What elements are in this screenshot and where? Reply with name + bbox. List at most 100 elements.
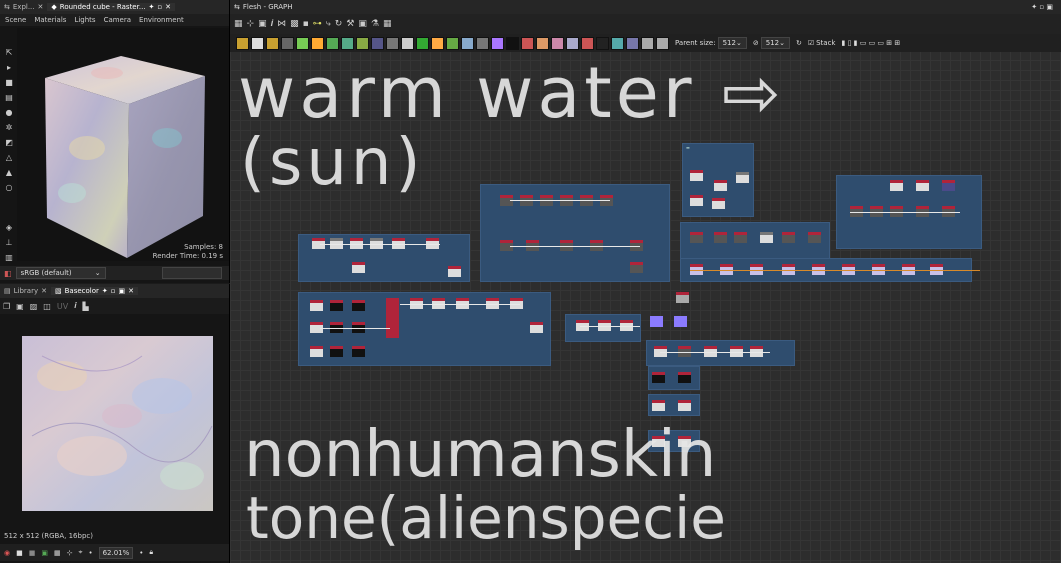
menu-camera[interactable]: Camera	[104, 16, 131, 24]
graph-node[interactable]	[352, 262, 365, 273]
pointer-icon[interactable]: ▸	[4, 63, 14, 73]
parent-size-dropdown[interactable]: 512 ⌄	[717, 37, 747, 49]
menu-lights[interactable]: Lights	[74, 16, 95, 24]
noise-icon[interactable]	[506, 36, 519, 50]
pin-icon[interactable]: ✦	[149, 3, 155, 11]
bitmap-icon[interactable]	[581, 36, 594, 50]
graph-node[interactable]	[808, 232, 821, 243]
info-icon[interactable]: 𝒊	[271, 19, 274, 29]
graph-node[interactable]	[690, 195, 703, 206]
graph-node[interactable]	[310, 346, 323, 357]
graph-node[interactable]	[714, 232, 727, 243]
image-icon[interactable]: ▤	[4, 93, 14, 103]
graph-node[interactable]	[690, 232, 703, 243]
curve-node-icon[interactable]	[296, 36, 309, 50]
graph-node[interactable]	[678, 400, 691, 411]
graph-node[interactable]	[782, 232, 795, 243]
reset-icon[interactable]: ○	[4, 183, 14, 193]
stack-checkbox[interactable]: ☑	[808, 39, 814, 47]
tab-library[interactable]: ▤ Library ✕	[0, 287, 51, 295]
tab-rounded-cube[interactable]: ◆ Rounded cube - Raster... ✦ ▫ ✕	[47, 3, 176, 11]
frame-node-icon[interactable]	[656, 36, 669, 50]
tab-basecolor[interactable]: ▧ Basecolor ✦ ▫ ▣ ✕	[50, 287, 139, 295]
graph-node[interactable]	[310, 300, 323, 311]
text-icon[interactable]	[551, 36, 564, 50]
zoom-in-icon[interactable]: •	[139, 549, 143, 557]
graph-node[interactable]	[916, 180, 929, 191]
zoom-out-icon[interactable]: •	[88, 549, 92, 557]
view-icon[interactable]: ◫	[43, 302, 51, 311]
info-icon[interactable]: 𝒊	[74, 301, 76, 311]
settings-icon[interactable]: ✲	[4, 123, 14, 133]
input-icon[interactable]	[401, 36, 414, 50]
viewport-extra-field[interactable]	[161, 267, 222, 279]
shape-icon[interactable]	[446, 36, 459, 50]
grid-icon[interactable]: ▦	[54, 549, 61, 557]
fullscreen-icon[interactable]: ▣	[119, 287, 126, 295]
center-icon[interactable]: ⌖	[78, 548, 82, 557]
link-icon[interactable]: ⊶	[313, 19, 322, 29]
hsl-icon[interactable]	[341, 36, 354, 50]
gradient-icon[interactable]	[311, 36, 324, 50]
levels-icon[interactable]	[326, 36, 339, 50]
save-icon[interactable]: ▣	[16, 302, 24, 311]
pin-icon[interactable]: ✦	[102, 287, 108, 295]
align-tools[interactable]: ▮ ▯ ▮ ▭ ▭ ▭ ⊞ ⊞	[842, 39, 901, 47]
graph-node[interactable]	[734, 232, 747, 243]
distance-icon[interactable]	[476, 36, 489, 50]
camera-icon[interactable]: ■	[4, 78, 14, 88]
transform-node-icon[interactable]	[371, 36, 384, 50]
close-icon[interactable]: ✕	[38, 3, 44, 11]
output-icon[interactable]	[386, 36, 399, 50]
menu-scene[interactable]: Scene	[5, 16, 26, 24]
align-icon[interactable]: ⋈	[277, 19, 286, 29]
layers-icon[interactable]: ▨	[30, 302, 38, 311]
graph-node[interactable]	[890, 180, 903, 191]
histogram-node-icon[interactable]	[521, 36, 534, 50]
maximize-icon[interactable]: ▫	[111, 287, 116, 295]
blend-icon[interactable]	[266, 36, 279, 50]
graph-node[interactable]	[942, 180, 955, 191]
pixel-processor-icon[interactable]	[611, 36, 624, 50]
graph-node[interactable]	[352, 300, 365, 311]
layout-icon[interactable]: ▩	[290, 19, 299, 29]
dot-icon[interactable]	[626, 36, 639, 50]
graph-node[interactable]	[690, 170, 703, 181]
transform-icon[interactable]: ⊹	[247, 19, 255, 29]
size-dropdown[interactable]: 512 ⌄	[760, 37, 790, 49]
histogram-icon[interactable]: ▙	[82, 302, 88, 311]
atomic-node-icon[interactable]	[236, 36, 249, 50]
refresh-icon[interactable]: ↻	[796, 39, 802, 47]
camera-icon[interactable]: ▣	[258, 19, 267, 29]
tile-icon[interactable]	[596, 36, 609, 50]
menu-materials[interactable]: Materials	[34, 16, 66, 24]
graph-node[interactable]	[652, 400, 665, 411]
link-size-icon[interactable]: ⊘	[753, 39, 759, 47]
uv-toggle[interactable]: UV	[57, 302, 68, 311]
loop-icon[interactable]: ↻	[335, 19, 343, 29]
graph-node[interactable]	[330, 346, 343, 357]
publish-icon[interactable]: ⚗	[371, 19, 379, 29]
render-icon[interactable]: ◈	[4, 223, 14, 233]
grid-icon[interactable]: ▦	[383, 19, 392, 29]
gray-bg-icon[interactable]: ■	[29, 549, 36, 557]
checker-icon[interactable]: ▣	[41, 549, 48, 557]
tiling-icon[interactable]: ⊹	[67, 549, 73, 557]
close-icon[interactable]: ✕	[128, 287, 134, 295]
lock-icon[interactable]: 🔒︎	[149, 548, 153, 557]
graph-node[interactable]	[714, 180, 727, 191]
warning-icon[interactable]	[536, 36, 549, 50]
graph-node[interactable]	[650, 316, 663, 327]
svg-icon[interactable]	[566, 36, 579, 50]
graph-node[interactable]	[630, 262, 643, 273]
fx-map-icon[interactable]	[491, 36, 504, 50]
graph-node[interactable]	[674, 316, 687, 327]
copy-icon[interactable]: ❐	[3, 302, 10, 311]
blur-icon[interactable]	[281, 36, 294, 50]
stats-icon[interactable]: ▥	[4, 253, 14, 263]
colorspace-dropdown[interactable]: sRGB (default) ⌄	[15, 267, 106, 279]
graph-node[interactable]	[678, 372, 691, 383]
menu-environment[interactable]: Environment	[139, 16, 184, 24]
graph-node[interactable]	[530, 322, 543, 333]
tab-explorer[interactable]: ⇆ Expl... ✕	[0, 3, 47, 11]
